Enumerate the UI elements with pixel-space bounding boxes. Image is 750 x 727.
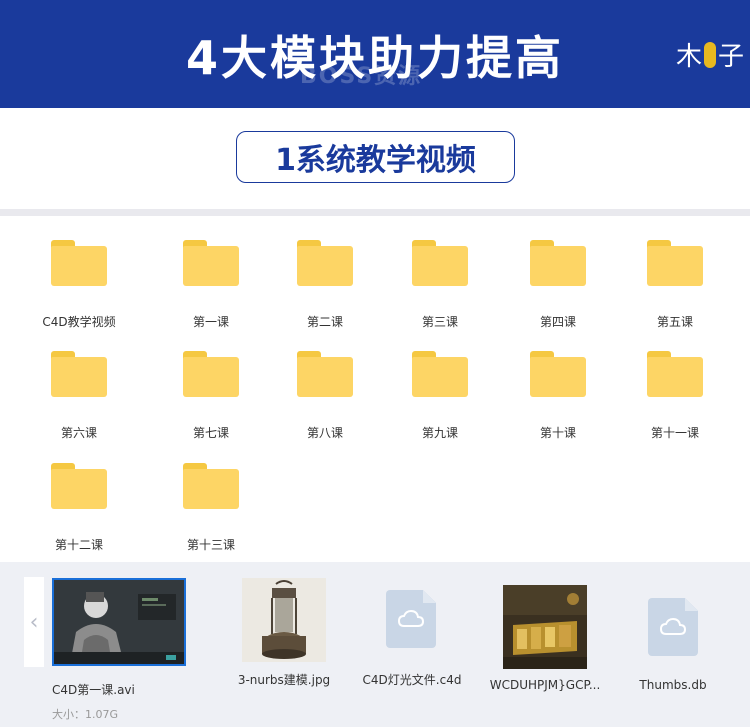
folder-label: 第九课 — [421, 426, 458, 440]
folder-label: 第七课 — [192, 426, 229, 440]
folder-label: 第五课 — [656, 315, 693, 329]
brand-logo: 木 子 — [676, 36, 744, 73]
folder-icon — [183, 463, 239, 509]
folder-item[interactable]: 第六课 — [19, 351, 139, 451]
folder-item[interactable]: 第四课 — [498, 240, 618, 340]
file-name: WCDUHPJM}GCP... — [489, 678, 601, 692]
folder-label: 第十课 — [539, 426, 576, 440]
file-size: 大小：1.07G — [52, 708, 119, 721]
folder-item[interactable]: 第二课 — [265, 240, 385, 340]
folder-item[interactable]: 第十二课 — [19, 463, 139, 563]
folder-item[interactable]: 第九课 — [380, 351, 500, 451]
file-thumbnail-image[interactable] — [503, 585, 587, 669]
folder-icon — [51, 240, 107, 286]
cloud-icon — [660, 618, 686, 635]
folder-icon — [530, 351, 586, 397]
folder-item[interactable]: 第七课 — [151, 351, 271, 451]
folder-icon — [51, 351, 107, 397]
folder-item[interactable]: 第一课 — [151, 240, 271, 340]
divider — [0, 209, 750, 216]
folder-icon — [647, 240, 703, 286]
folder-label: 第十二课 — [54, 538, 103, 552]
folder-label: 第八课 — [306, 426, 343, 440]
file-thumbnail-image[interactable] — [242, 578, 326, 662]
folder-icon — [412, 351, 468, 397]
folder-icon — [412, 240, 468, 286]
lantern-image — [242, 578, 326, 662]
folder-item[interactable]: C4D教学视频 — [19, 240, 139, 340]
folder-label: 第四课 — [539, 315, 576, 329]
brand-left-char: 木 — [675, 42, 702, 72]
file-thumbnail-video[interactable] — [52, 578, 186, 666]
folder-icon — [183, 240, 239, 286]
folder-item[interactable]: 第三课 — [380, 240, 500, 340]
folder-icon — [647, 351, 703, 397]
folder-icon — [297, 351, 353, 397]
folder-item[interactable]: 第五课 — [615, 240, 735, 340]
folder-icon — [183, 351, 239, 397]
video-thumbnail-image — [54, 580, 184, 664]
document-fold — [423, 590, 436, 603]
folder-item[interactable]: 第十一课 — [615, 351, 735, 451]
cloud-icon — [398, 610, 424, 627]
watermark-text: BOSS资源 — [300, 64, 423, 89]
file-thumbnail-doc[interactable] — [386, 590, 436, 648]
folder-item[interactable]: 第八课 — [265, 351, 385, 451]
header-banner: 4大模块助力提高 BOSS资源 木 子 — [0, 0, 750, 108]
previous-arrow-icon[interactable]: ‹ — [24, 577, 44, 667]
file-thumbnail-doc[interactable] — [648, 598, 698, 656]
folder-item[interactable]: 第十三课 — [151, 463, 271, 563]
file-name: C4D第一课.avi — [52, 683, 135, 697]
section-title: 1系统教学视频 — [236, 131, 515, 183]
brand-seal-icon — [703, 41, 716, 68]
brand-right-char: 子 — [717, 42, 744, 72]
folder-label: 第三课 — [421, 315, 458, 329]
file-name: C4D灯光文件.c4d — [362, 673, 462, 687]
folder-icon — [297, 240, 353, 286]
folder-label: 第十一课 — [650, 426, 699, 440]
folder-label: 第六课 — [60, 426, 97, 440]
folder-label: 第二课 — [306, 315, 343, 329]
file-name: 3-nurbs建模.jpg — [237, 673, 331, 687]
file-name: Thumbs.db — [639, 678, 707, 692]
folder-label: 第十三课 — [186, 538, 235, 552]
folder-item[interactable]: 第十课 — [498, 351, 618, 451]
folder-label: 第一课 — [192, 315, 229, 329]
folder-label: C4D教学视频 — [42, 315, 116, 329]
folder-icon — [51, 463, 107, 509]
document-fold — [685, 598, 698, 611]
gold-text-image — [503, 585, 587, 669]
folder-icon — [530, 240, 586, 286]
